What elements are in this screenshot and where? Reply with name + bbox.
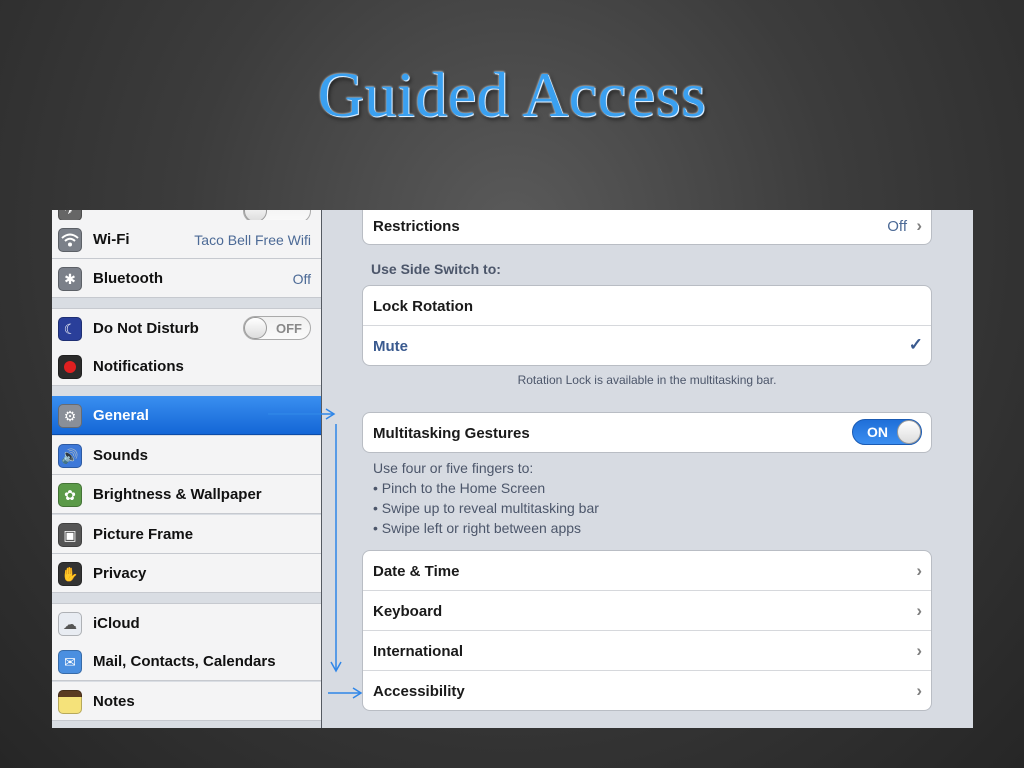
keyboard-row[interactable]: Keyboard › <box>363 591 931 631</box>
restrictions-label: Restrictions <box>373 218 460 235</box>
sidebar-item-general[interactable]: ⚙ General <box>52 396 321 435</box>
sidebar-item-label: Privacy <box>93 565 147 582</box>
wifi-icon <box>58 228 82 252</box>
multitasking-group: Multitasking Gestures ON <box>362 412 932 453</box>
row-label: Date & Time <box>373 563 460 580</box>
international-row[interactable]: International › <box>363 631 931 671</box>
restrictions-value: Off <box>887 218 907 235</box>
toggle-knob <box>244 317 267 339</box>
info-line: Use four or five fingers to: <box>373 460 534 476</box>
do-not-disturb-toggle[interactable]: OFF <box>243 316 311 340</box>
option-label: Mute <box>373 338 408 355</box>
sidebar-item-privacy[interactable]: ✋ Privacy <box>52 554 321 593</box>
sidebar-item-bluetooth[interactable]: ✱ Bluetooth Off <box>52 259 321 298</box>
sidebar-item-sounds[interactable]: 🔊 Sounds <box>52 436 321 475</box>
mute-option[interactable]: Mute ✓ <box>363 326 931 365</box>
checkmark-icon: ✓ <box>908 335 923 354</box>
sidebar-item-picture-frame[interactable]: ▣ Picture Frame <box>52 515 321 554</box>
multitasking-toggle[interactable]: ON <box>852 419 922 445</box>
chevron-right-icon: › <box>916 681 922 700</box>
wifi-network-name: Taco Bell Free Wifi <box>194 232 311 248</box>
accessibility-row[interactable]: Accessibility › <box>363 671 931 710</box>
sidebar-item-label: Sounds <box>93 447 148 464</box>
chevron-right-icon: › <box>916 641 922 660</box>
restrictions-group: Restrictions Off › <box>362 210 932 245</box>
side-switch-header: Use Side Switch to: <box>371 261 501 277</box>
sidebar-item-notes[interactable]: Notes <box>52 682 321 721</box>
sidebar-item-label: Notes <box>93 693 135 710</box>
picture-frame-icon: ▣ <box>58 523 82 547</box>
sidebar-item-label: iCloud <box>93 615 140 632</box>
sidebar-item-label: Brightness & Wallpaper <box>93 486 262 503</box>
flower-icon: ✿ <box>58 483 82 507</box>
hand-icon: ✋ <box>58 562 82 586</box>
speaker-icon: 🔊 <box>58 444 82 468</box>
info-line: • Pinch to the Home Screen <box>373 480 546 496</box>
row-label: Accessibility <box>373 683 465 700</box>
sidebar-item-brightness-wallpaper[interactable]: ✿ Brightness & Wallpaper <box>52 475 321 514</box>
sidebar-item-do-not-disturb[interactable]: ☾ Do Not Disturb OFF <box>52 308 321 348</box>
sidebar-item-label: Bluetooth <box>93 270 163 287</box>
notepad-icon <box>58 690 82 714</box>
multitasking-info: Use four or five fingers to: • Pinch to … <box>373 458 599 538</box>
navigation-group: Date & Time › Keyboard › International ›… <box>362 550 932 711</box>
bluetooth-status: Off <box>292 271 311 287</box>
sidebar-item-notifications[interactable]: Notifications <box>52 347 321 386</box>
info-line: • Swipe left or right between apps <box>373 520 582 536</box>
row-label: International <box>373 643 464 660</box>
sidebar-item-label: General <box>93 407 149 424</box>
toggle-state: OFF <box>276 321 302 336</box>
row-label: Keyboard <box>373 603 443 620</box>
toggle-knob <box>897 420 921 444</box>
info-line: • Swipe up to reveal multitasking bar <box>373 500 599 516</box>
bluetooth-icon: ✱ <box>58 267 82 291</box>
chevron-right-icon: › <box>916 601 922 620</box>
chevron-right-icon: › <box>916 561 922 580</box>
sidebar-item-label: Picture Frame <box>93 526 194 543</box>
notifications-icon <box>58 355 82 379</box>
side-switch-group: Lock Rotation Mute ✓ <box>362 285 932 366</box>
option-label: Lock Rotation <box>373 298 473 315</box>
moon-icon: ☾ <box>58 317 82 341</box>
multitasking-label: Multitasking Gestures <box>373 425 530 442</box>
toggle-state: ON <box>867 424 888 440</box>
sidebar-item-label: Mail, Contacts, Calendars <box>93 653 276 670</box>
cloud-icon: ☁ <box>58 612 82 636</box>
sidebar-item-label: Do Not Disturb <box>93 320 199 337</box>
sidebar-item-label: Notifications <box>93 358 184 375</box>
date-time-row[interactable]: Date & Time › <box>363 551 931 591</box>
gear-icon: ⚙ <box>58 404 82 428</box>
restrictions-row[interactable]: Restrictions Off › <box>363 210 931 244</box>
multitasking-gestures-row: Multitasking Gestures ON <box>363 413 931 452</box>
general-detail-pane: Restrictions Off › Use Side Switch to: L… <box>322 210 973 728</box>
settings-screenshot: ✈ Wi-Fi Taco Bell Free Wifi ✱ Bluetooth … <box>52 210 973 728</box>
sidebar-item-icloud[interactable]: ☁ iCloud <box>52 603 321 643</box>
mail-icon: ✉ <box>58 650 82 674</box>
sidebar-item-mail[interactable]: ✉ Mail, Contacts, Calendars <box>52 642 321 681</box>
slide-title: Guided Access <box>317 59 707 130</box>
lock-rotation-option[interactable]: Lock Rotation <box>363 286 931 326</box>
sidebar-item-label: Wi-Fi <box>93 231 130 248</box>
chevron-right-icon: › <box>916 216 922 235</box>
sidebar-item-wifi[interactable]: Wi-Fi Taco Bell Free Wifi <box>52 220 321 259</box>
settings-sidebar: ✈ Wi-Fi Taco Bell Free Wifi ✱ Bluetooth … <box>52 210 322 728</box>
rotation-lock-note: Rotation Lock is available in the multit… <box>517 373 777 387</box>
